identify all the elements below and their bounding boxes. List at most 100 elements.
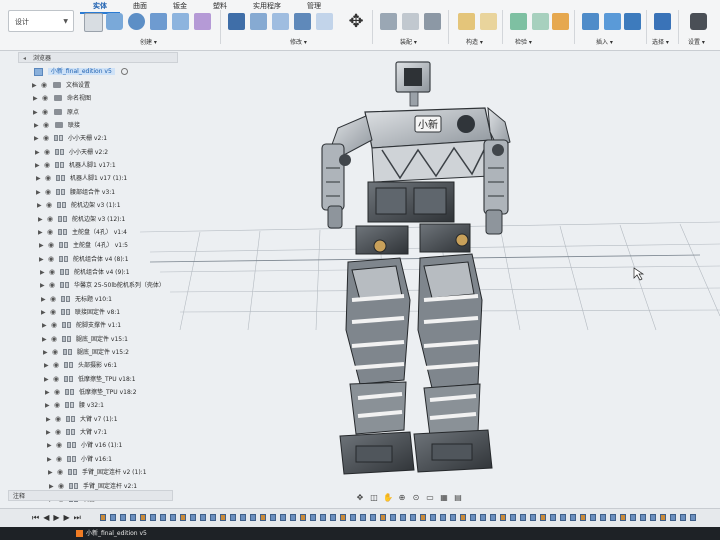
visibility-eye-icon[interactable]: ◉ bbox=[41, 80, 47, 91]
revolve-icon[interactable] bbox=[128, 13, 145, 30]
browser-component-row[interactable]: ▶ ◉ 头部摄影 v6:1 bbox=[44, 360, 182, 371]
browser-component-row[interactable]: ▶ ◉ 小小天栅 v2:1 bbox=[34, 133, 182, 144]
form-icon[interactable] bbox=[194, 13, 211, 30]
timeline-feature-marker[interactable] bbox=[260, 514, 266, 521]
browser-component-row[interactable]: ▶ ◉ 主舵盘（4孔） v1:5 bbox=[39, 240, 182, 251]
expand-icon[interactable]: ▶ bbox=[48, 467, 53, 478]
visibility-eye-icon[interactable]: ◉ bbox=[42, 107, 48, 118]
browser-folder-row[interactable]: ▶ ◉ 原点 bbox=[33, 107, 182, 118]
visibility-eye-icon[interactable]: ◉ bbox=[49, 280, 55, 291]
expand-icon[interactable]: ▶ bbox=[35, 160, 40, 171]
combine-icon[interactable] bbox=[316, 13, 333, 30]
visibility-eye-icon[interactable]: ◉ bbox=[51, 320, 57, 331]
browser-component-row[interactable]: ▶ ◉ 舵机边架 v3 (1):1 bbox=[37, 200, 182, 211]
tab-surface[interactable]: 曲面 bbox=[120, 0, 160, 12]
visibility-eye-icon[interactable]: ◉ bbox=[50, 307, 56, 318]
timeline-feature-marker[interactable] bbox=[630, 514, 636, 521]
timeline-feature-marker[interactable] bbox=[340, 514, 346, 521]
timeline-feature-marker[interactable] bbox=[140, 514, 146, 521]
visibility-eye-icon[interactable]: ◉ bbox=[45, 173, 51, 184]
group-modify-label[interactable]: 修改 ▾ bbox=[290, 37, 307, 46]
timeline-feature-marker[interactable] bbox=[390, 514, 396, 521]
expand-icon[interactable]: ▶ bbox=[42, 320, 47, 331]
new-component-icon[interactable] bbox=[380, 13, 397, 30]
go-to-start-icon[interactable]: ⏮ bbox=[32, 513, 39, 523]
expand-icon[interactable]: ▶ bbox=[36, 173, 41, 184]
visibility-eye-icon[interactable]: ◉ bbox=[56, 454, 62, 465]
expand-icon[interactable]: ▶ bbox=[37, 200, 42, 211]
browser-component-row[interactable]: ▶ ◉ 华馨京 25-50lb舵机系列（壳体） bbox=[40, 280, 182, 291]
app-icon[interactable] bbox=[76, 530, 83, 537]
browser-component-row[interactable]: ▶ ◉ 机器人脚1 v17:1 bbox=[35, 160, 182, 171]
extrude-icon[interactable] bbox=[106, 13, 123, 30]
expand-icon[interactable]: ▶ bbox=[33, 93, 38, 104]
expand-icon[interactable]: ▶ bbox=[40, 267, 45, 278]
insert-mesh-icon[interactable] bbox=[604, 13, 621, 30]
timeline-feature-marker[interactable] bbox=[100, 514, 106, 521]
timeline-feature-marker[interactable] bbox=[330, 514, 336, 521]
browser-folder-row[interactable]: ▶ ◉ 命名视图 bbox=[33, 93, 182, 104]
visibility-eye-icon[interactable]: ◉ bbox=[55, 427, 61, 438]
group-create-label[interactable]: 创建 ▾ bbox=[140, 37, 157, 46]
group-select-label[interactable]: 选择 ▾ bbox=[652, 37, 669, 46]
press-pull-icon[interactable] bbox=[228, 13, 245, 30]
visibility-eye-icon[interactable]: ◉ bbox=[44, 147, 50, 158]
browser-folder-row[interactable]: ▶ ◉ 联接 bbox=[34, 120, 182, 131]
timeline-feature-marker[interactable] bbox=[520, 514, 526, 521]
timeline-feature-marker[interactable] bbox=[270, 514, 276, 521]
visibility-eye-icon[interactable]: ◉ bbox=[43, 120, 49, 131]
timeline-feature-marker[interactable] bbox=[420, 514, 426, 521]
timeline-feature-marker[interactable] bbox=[670, 514, 676, 521]
timeline-feature-marker[interactable] bbox=[490, 514, 496, 521]
fit-icon[interactable]: ⊙ bbox=[411, 493, 421, 503]
settings-icon[interactable] bbox=[690, 13, 707, 30]
ruler-icon[interactable] bbox=[552, 13, 569, 30]
as-built-joint-icon[interactable] bbox=[424, 13, 441, 30]
expand-icon[interactable]: ▶ bbox=[38, 214, 43, 225]
expand-icon[interactable]: ▶ bbox=[36, 187, 41, 198]
browser-component-row[interactable]: ▶ ◉ 舵机组合体 v4 (8):1 bbox=[39, 254, 182, 265]
expand-icon[interactable]: ▶ bbox=[38, 227, 43, 238]
browser-component-row[interactable]: ▶ ◉ 小小天栅 v2:2 bbox=[35, 147, 182, 158]
timeline-feature-marker[interactable] bbox=[460, 514, 466, 521]
construct-axis-icon[interactable] bbox=[480, 13, 497, 30]
browser-component-row[interactable]: ▶ ◉ 联接固定件 v8:1 bbox=[41, 307, 182, 318]
step-back-icon[interactable]: ◀ bbox=[43, 513, 49, 523]
tab-sheet-metal[interactable]: 钣金 bbox=[160, 0, 200, 12]
visibility-eye-icon[interactable]: ◉ bbox=[48, 254, 54, 265]
timeline-feature-marker[interactable] bbox=[170, 514, 176, 521]
timeline-feature-marker[interactable] bbox=[500, 514, 506, 521]
timeline-feature-marker[interactable] bbox=[430, 514, 436, 521]
timeline-feature-marker[interactable] bbox=[190, 514, 196, 521]
visibility-eye-icon[interactable]: ◉ bbox=[47, 227, 53, 238]
visibility-eye-icon[interactable]: ◉ bbox=[53, 374, 59, 385]
timeline-feature-marker[interactable] bbox=[610, 514, 616, 521]
visibility-eye-icon[interactable]: ◉ bbox=[48, 240, 54, 251]
timeline-feature-marker[interactable] bbox=[280, 514, 286, 521]
workspace-dropdown[interactable]: 设计 ▼ bbox=[8, 10, 74, 32]
look-at-icon[interactable]: ◫ bbox=[369, 493, 379, 503]
timeline-feature-marker[interactable] bbox=[440, 514, 446, 521]
expand-icon[interactable]: ▶ bbox=[41, 294, 46, 305]
visibility-eye-icon[interactable]: ◉ bbox=[51, 334, 57, 345]
timeline-feature-marker[interactable] bbox=[550, 514, 556, 521]
visibility-eye-icon[interactable]: ◉ bbox=[57, 467, 63, 478]
expand-icon[interactable]: ▶ bbox=[47, 454, 52, 465]
tab-utilities[interactable]: 实用程序 bbox=[240, 0, 294, 12]
timeline-feature-marker[interactable] bbox=[180, 514, 186, 521]
browser-component-row[interactable]: ▶ ◉ 低摩擦垫_TPU v18:1 bbox=[44, 374, 182, 385]
expand-icon[interactable]: ▶ bbox=[34, 133, 39, 144]
play-icon[interactable]: ▶ bbox=[53, 513, 59, 523]
expand-icon[interactable]: ▶ bbox=[35, 147, 40, 158]
browser-component-row[interactable]: ▶ ◉ 低摩擦垫_TPU v18:2 bbox=[45, 387, 182, 398]
browser-component-row[interactable]: ▶ ◉ 腰部组合件 v3:1 bbox=[36, 187, 182, 198]
timeline-feature-marker[interactable] bbox=[220, 514, 226, 521]
visibility-eye-icon[interactable]: ◉ bbox=[50, 294, 56, 305]
display-settings-icon[interactable]: ▭ bbox=[425, 493, 435, 503]
browser-component-row[interactable]: ▶ ◉ 腰 v32:1 bbox=[45, 400, 182, 411]
browser-component-row[interactable]: ▶ ◉ 大臂 v7:1 bbox=[46, 427, 182, 438]
browser-component-row[interactable]: ▶ ◉ 舵机边架 v3 (12):1 bbox=[38, 214, 182, 225]
expand-icon[interactable]: ▶ bbox=[41, 307, 46, 318]
insert-link-icon[interactable] bbox=[582, 13, 599, 30]
browser-component-row[interactable]: ▶ ◉ 腿底_固定件 v15:1 bbox=[42, 334, 182, 345]
